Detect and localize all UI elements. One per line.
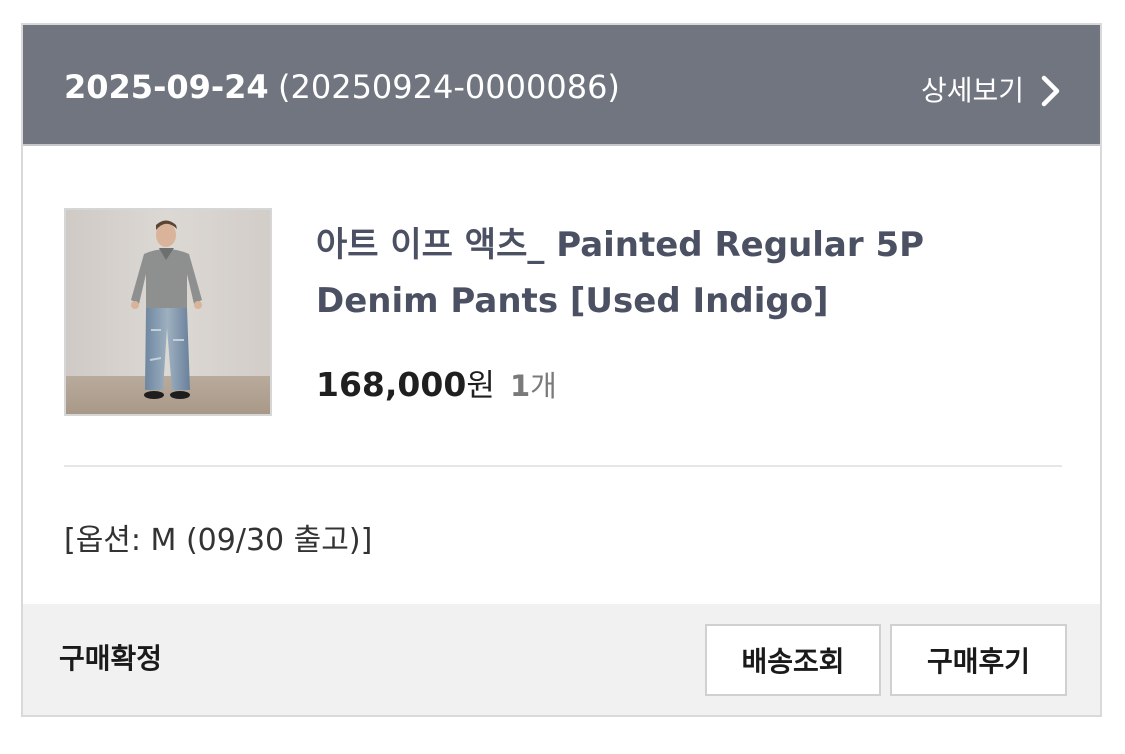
product-price: 168,000	[316, 365, 467, 404]
order-card: 2025-09-24 (20250924-0000086) 상세보기 아트 이프…	[21, 23, 1102, 717]
order-header: 2025-09-24 (20250924-0000086) 상세보기	[23, 25, 1100, 146]
quantity-unit: 개	[530, 369, 557, 403]
currency-label: 원	[466, 368, 495, 404]
quantity: 1개	[510, 369, 557, 403]
product-image[interactable]	[64, 208, 272, 416]
price-line: 168,000원 1개	[316, 363, 557, 413]
divider	[64, 465, 1062, 467]
product-photo	[66, 210, 270, 414]
product-name[interactable]: 아트 이프 액츠_ Painted Regular 5P Denim Pants…	[316, 217, 1056, 329]
order-date: 2025-09-24	[64, 68, 269, 106]
view-details-link[interactable]: 상세보기	[921, 71, 1064, 111]
track-delivery-button[interactable]: 배송조회	[705, 624, 881, 696]
order-number: (20250924-0000086)	[278, 68, 620, 106]
write-review-button[interactable]: 구매후기	[890, 624, 1067, 696]
view-details-label: 상세보기	[920, 74, 1024, 107]
order-footer: 구매확정 배송조회 구매후기	[23, 604, 1100, 715]
order-status: 구매확정	[59, 642, 163, 675]
product-option: [옵션: M (09/30 출고)]	[64, 523, 373, 558]
chevron-right-icon	[1041, 75, 1060, 107]
quantity-value: 1	[509, 369, 531, 403]
